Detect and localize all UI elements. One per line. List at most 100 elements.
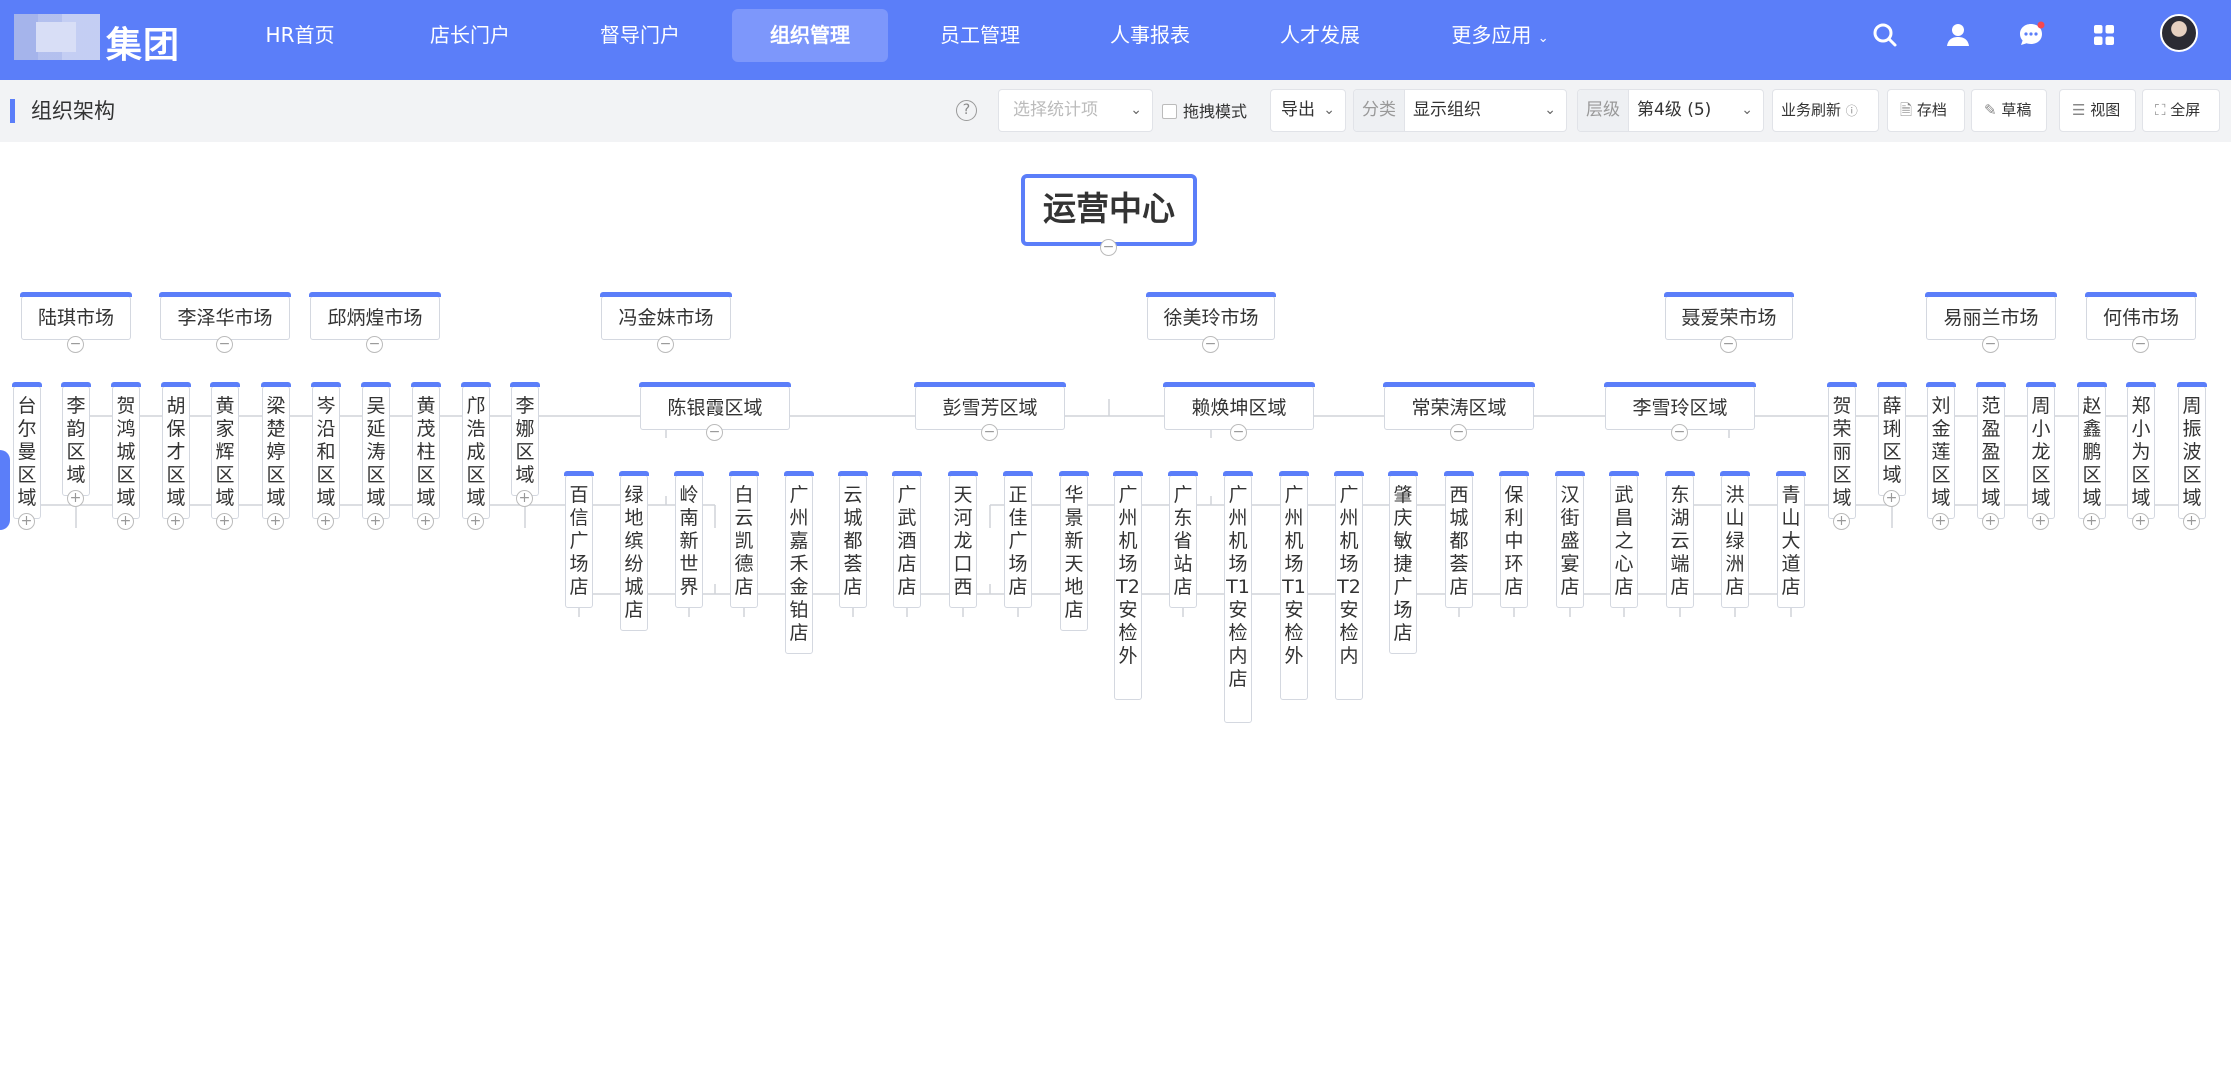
store-node[interactable]: 广州机场T2安检外 <box>1113 471 1143 700</box>
expand-icon[interactable]: + <box>317 513 334 530</box>
help-icon[interactable]: ? <box>956 100 977 121</box>
region-node[interactable]: 黄家辉区域 <box>210 382 240 519</box>
region-node[interactable]: 周小龙区域 <box>2026 382 2056 519</box>
market-node-luqi[interactable]: 陆琪市场 <box>20 292 132 340</box>
expand-icon[interactable]: + <box>1982 513 1999 530</box>
expand-icon[interactable]: + <box>2032 513 2049 530</box>
company-logo[interactable]: 集团 <box>14 14 189 66</box>
nav-more-apps[interactable]: 更多应用 ⌄ <box>1430 9 1570 62</box>
expand-icon[interactable]: + <box>67 490 84 507</box>
store-node[interactable]: 青山大道店 <box>1776 471 1806 608</box>
market-node-qiubinghuang[interactable]: 邱炳煌市场 <box>309 292 441 340</box>
expand-icon[interactable]: + <box>1883 490 1900 507</box>
expand-icon[interactable]: + <box>2132 513 2149 530</box>
nav-supervisor-portal[interactable]: 督导门户 <box>580 9 700 62</box>
collapse-icon[interactable]: − <box>1202 336 1219 353</box>
collapse-icon[interactable]: − <box>1720 336 1737 353</box>
apps-icon[interactable] <box>2089 20 2119 50</box>
drag-mode-toggle[interactable]: 拖拽模式 <box>1162 102 1247 122</box>
store-node[interactable]: 保利中环店 <box>1499 471 1529 608</box>
region-node[interactable]: 李韵区域 <box>61 382 91 496</box>
expand-icon[interactable]: + <box>417 513 434 530</box>
store-node[interactable]: 广州机场T1安检外 <box>1279 471 1309 700</box>
store-node[interactable]: 广州嘉禾金铂店 <box>784 471 814 654</box>
collapse-icon[interactable]: − <box>67 336 84 353</box>
store-node[interactable]: 广东省站店 <box>1168 471 1198 608</box>
store-node[interactable]: 正佳广场店 <box>1003 471 1033 608</box>
user-avatar[interactable] <box>2160 14 2198 52</box>
search-icon[interactable] <box>1870 20 1900 50</box>
region-node[interactable]: 岑沿和区域 <box>311 382 341 519</box>
store-node[interactable]: 云城都荟店 <box>838 471 868 608</box>
export-dropdown[interactable]: 导出 ⌄ <box>1270 89 1346 132</box>
org-chart-canvas[interactable]: 运营中心 − 陆琪市场 − 台尔曼区域 + 李韵区域 + 贺鸿城区域 + 李泽华市场 − 胡保才区域 + 黄… <box>0 142 2231 1073</box>
stat-item-select[interactable]: 选择统计项 ⌄ <box>998 89 1153 132</box>
level-select[interactable]: 层级 第4级 (5) ⌄ <box>1577 89 1764 132</box>
region-node[interactable]: 李娜区域 <box>510 382 540 496</box>
nav-talent-development[interactable]: 人才发展 <box>1260 9 1380 62</box>
store-node[interactable]: 肇庆敏捷广场店 <box>1388 471 1418 654</box>
store-node[interactable]: 广州机场T2安检内 <box>1334 471 1364 700</box>
expand-icon[interactable]: + <box>216 513 233 530</box>
store-node[interactable]: 广武酒店店 <box>892 471 922 608</box>
region-node[interactable]: 台尔曼区域 <box>12 382 42 519</box>
collapse-icon[interactable]: − <box>657 336 674 353</box>
store-node[interactable]: 绿地缤纷城店 <box>619 471 649 631</box>
collapse-icon[interactable]: − <box>1671 424 1688 441</box>
collapse-icon[interactable]: − <box>216 336 233 353</box>
store-node[interactable]: 东湖云端店 <box>1665 471 1695 608</box>
expand-icon[interactable]: + <box>2183 513 2200 530</box>
market-node-nieairong[interactable]: 聂爱荣市场 <box>1664 292 1794 340</box>
store-node[interactable]: 广州机场T1安检内店 <box>1223 471 1253 723</box>
user-icon[interactable] <box>1943 20 1973 50</box>
expand-icon[interactable]: + <box>18 513 35 530</box>
nav-hr-home[interactable]: HR首页 <box>240 9 360 62</box>
expand-icon[interactable]: + <box>516 490 533 507</box>
store-node[interactable]: 百信广场店 <box>564 471 594 608</box>
expand-icon[interactable]: + <box>117 513 134 530</box>
category-select[interactable]: 分类 显示组织 ⌄ <box>1353 89 1567 132</box>
region-node[interactable]: 黄茂柱区域 <box>411 382 441 519</box>
region-node[interactable]: 赵鑫鹏区域 <box>2077 382 2107 519</box>
region-node[interactable]: 胡保才区域 <box>161 382 191 519</box>
nav-store-manager-portal[interactable]: 店长门户 <box>410 9 530 62</box>
store-node[interactable]: 武昌之心店 <box>1609 471 1639 608</box>
region-node[interactable]: 郑小为区域 <box>2126 382 2156 519</box>
region-node[interactable]: 范盈盈区域 <box>1976 382 2006 519</box>
message-icon[interactable] <box>2016 20 2046 50</box>
expand-icon[interactable]: + <box>467 513 484 530</box>
collapse-icon[interactable]: − <box>706 424 723 441</box>
region-node[interactable]: 梁楚婷区域 <box>261 382 291 519</box>
region-node[interactable]: 刘金莲区域 <box>1926 382 1956 519</box>
collapse-icon[interactable]: − <box>1230 424 1247 441</box>
drag-mode-checkbox[interactable] <box>1162 104 1177 119</box>
region-node[interactable]: 吴延涛区域 <box>361 382 391 519</box>
side-panel-toggle[interactable] <box>0 450 10 530</box>
collapse-icon[interactable]: − <box>2132 336 2149 353</box>
region-node[interactable]: 周振波区域 <box>2177 382 2207 519</box>
nav-employee-management[interactable]: 员工管理 <box>920 9 1040 62</box>
store-node[interactable]: 华景新天地店 <box>1059 471 1089 631</box>
store-node[interactable]: 西城都荟店 <box>1444 471 1474 608</box>
collapse-icon[interactable]: − <box>366 336 383 353</box>
region-node[interactable]: 贺鸿城区域 <box>111 382 141 519</box>
view-button[interactable]: ☰ 视图 <box>2059 89 2136 132</box>
market-node-hewei[interactable]: 何伟市场 <box>2085 292 2197 340</box>
expand-icon[interactable]: + <box>1932 513 1949 530</box>
region-node[interactable]: 薛琍区域 <box>1877 382 1907 496</box>
fullscreen-button[interactable]: ⛶ 全屏 <box>2142 89 2220 132</box>
org-root-node[interactable]: 运营中心 <box>1021 174 1197 246</box>
nav-hr-reports[interactable]: 人事报表 <box>1090 9 1210 62</box>
store-node[interactable]: 白云凯德店 <box>729 471 759 608</box>
draft-button[interactable]: ✎ 草稿 <box>1971 89 2047 132</box>
store-node[interactable]: 汉街盛宴店 <box>1555 471 1585 608</box>
save-archive-button[interactable]: 🗎 存档 <box>1887 89 1965 132</box>
store-node[interactable]: 岭南新世界 <box>674 471 704 608</box>
nav-org-management[interactable]: 组织管理 <box>732 9 888 62</box>
market-node-xumeiling[interactable]: 徐美玲市场 <box>1146 292 1276 340</box>
expand-icon[interactable]: + <box>1833 513 1850 530</box>
expand-icon[interactable]: + <box>2083 513 2100 530</box>
expand-icon[interactable]: + <box>167 513 184 530</box>
region-node[interactable]: 邝浩成区域 <box>461 382 491 519</box>
business-refresh-button[interactable]: 业务刷新 ⓘ <box>1772 89 1879 132</box>
